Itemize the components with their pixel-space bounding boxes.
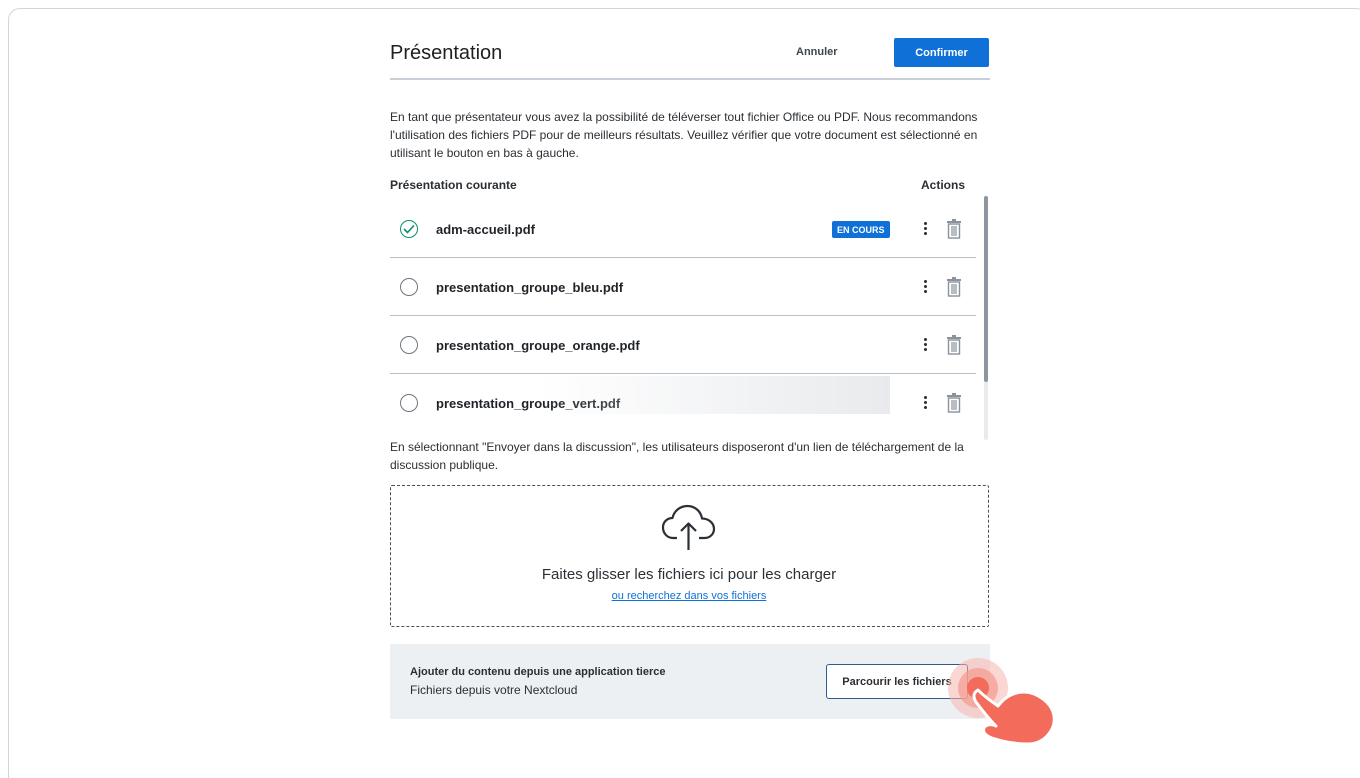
third-party-title: Ajouter du contenu depuis une applicatio…: [410, 666, 666, 678]
modal-header: Présentation Annuler Confirmer: [390, 28, 990, 80]
scroll-fade: [540, 376, 890, 414]
file-dropzone[interactable]: Faites glisser les fichiers ici pour les…: [390, 485, 989, 627]
discussion-note: En sélectionnant "Envoyer dans la discus…: [390, 440, 964, 472]
selected-check-icon[interactable]: [400, 220, 418, 238]
trash-icon[interactable]: [946, 393, 962, 413]
third-party-panel: Ajouter du contenu depuis une applicatio…: [390, 644, 990, 719]
radio-button[interactable]: [400, 394, 418, 412]
trash-icon[interactable]: [946, 277, 962, 297]
more-options-icon[interactable]: [920, 394, 930, 414]
trash-icon[interactable]: [946, 219, 962, 239]
browse-files-link[interactable]: ou recherchez dans vos fichiers: [391, 590, 987, 602]
current-presentation-heading: Présentation courante: [390, 178, 517, 192]
cancel-button[interactable]: Annuler: [796, 46, 838, 58]
radio-button[interactable]: [400, 278, 418, 296]
radio-button[interactable]: [400, 336, 418, 354]
list-header: Présentation courante Actions: [390, 178, 965, 194]
intro-text: En tant que présentateur vous avez la po…: [390, 110, 978, 160]
list-item: presentation_groupe_orange.pdf: [390, 316, 976, 374]
presentation-list: adm-accueil.pdf EN COURS presentation_gr…: [390, 200, 980, 414]
current-badge: EN COURS: [832, 221, 890, 238]
list-scrollbar-thumb[interactable]: [984, 196, 988, 382]
file-name: adm-accueil.pdf: [436, 222, 535, 237]
actions-heading: Actions: [920, 178, 965, 192]
more-options-icon[interactable]: [920, 220, 930, 240]
presentation-upload-modal: Présentation Annuler Confirmer En tant q…: [390, 28, 990, 719]
modal-title: Présentation: [390, 42, 503, 64]
confirm-button[interactable]: Confirmer: [894, 38, 989, 67]
file-name: presentation_groupe_orange.pdf: [436, 338, 640, 353]
file-name: presentation_groupe_bleu.pdf: [436, 280, 624, 295]
cloud-upload-icon: [661, 504, 716, 550]
third-party-subtitle: Fichiers depuis votre Nextcloud: [410, 683, 578, 697]
more-options-icon[interactable]: [920, 336, 930, 356]
list-item: presentation_groupe_bleu.pdf: [390, 258, 976, 316]
trash-icon[interactable]: [946, 335, 962, 355]
dropzone-text: Faites glisser les fichiers ici pour les…: [541, 566, 837, 583]
pointer-hand-icon: [948, 658, 1056, 746]
list-item: adm-accueil.pdf EN COURS: [390, 200, 976, 258]
more-options-icon[interactable]: [920, 278, 930, 298]
